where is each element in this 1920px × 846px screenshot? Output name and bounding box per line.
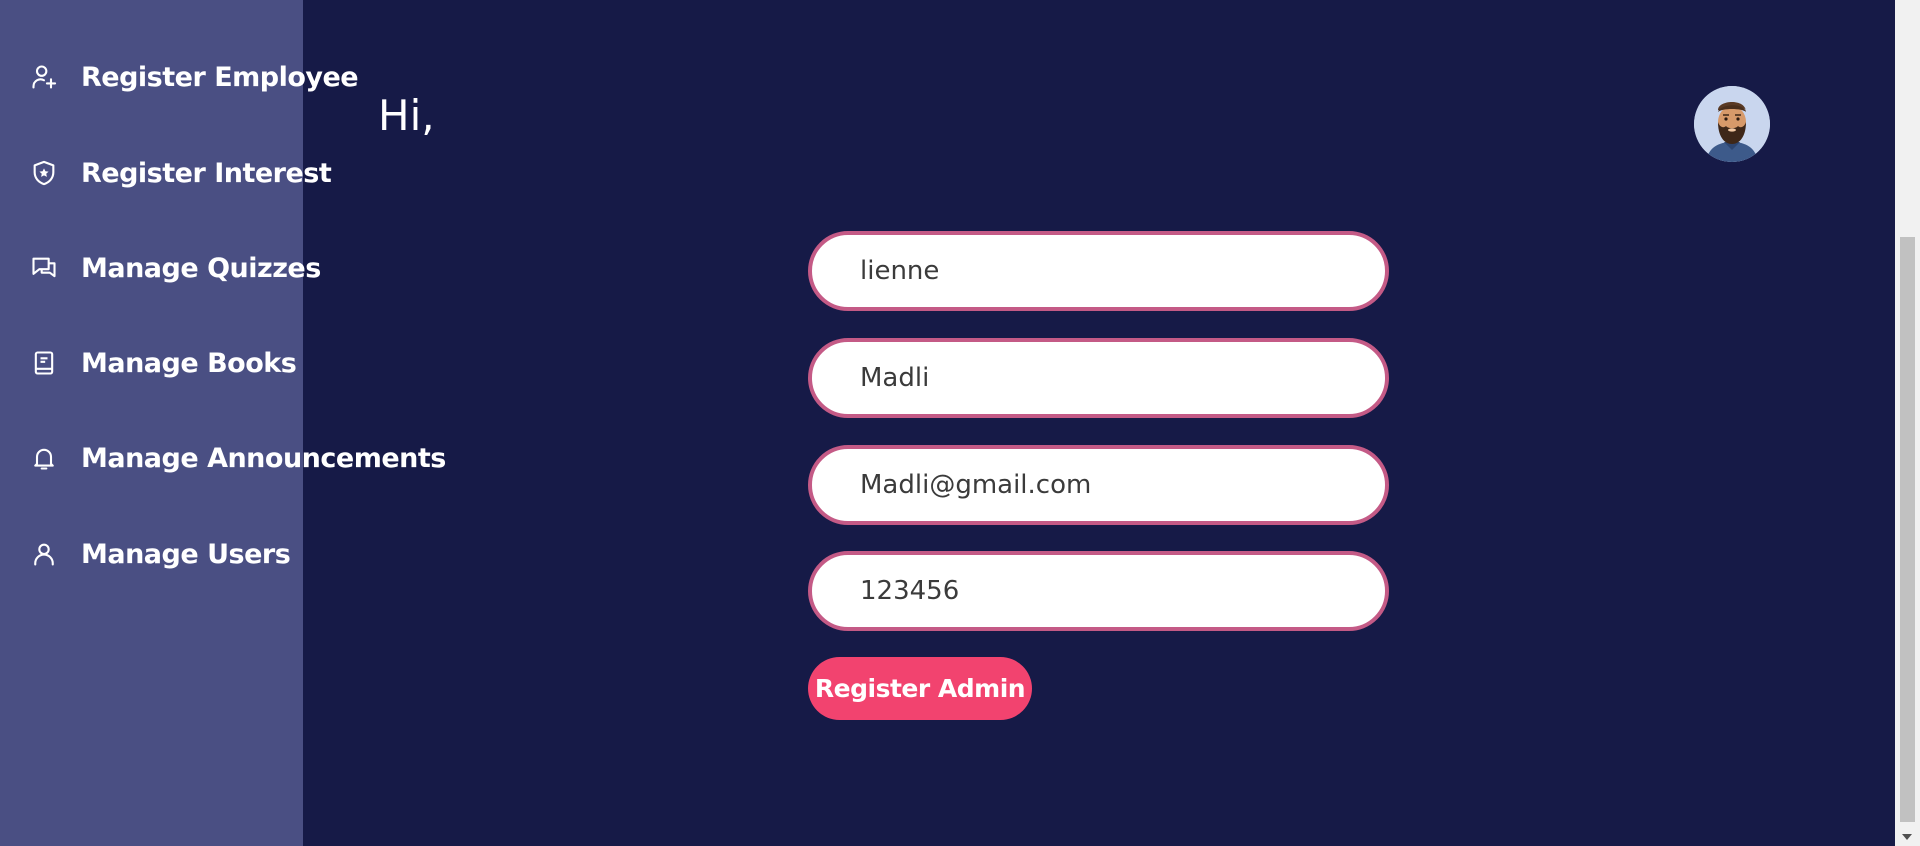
sidebar-item-label: Manage Announcements — [81, 442, 446, 474]
sidebar-item-manage-users[interactable]: Manage Users — [29, 534, 291, 574]
scroll-down-arrow-icon[interactable] — [1902, 834, 1912, 840]
sidebar: Register Employee Register Interest Mana… — [0, 0, 446, 846]
sidebar-item-register-employee[interactable]: Register Employee — [29, 57, 359, 97]
shield-star-icon — [29, 158, 59, 188]
email-input[interactable] — [812, 449, 1385, 521]
sidebar-item-manage-books[interactable]: Manage Books — [29, 343, 297, 383]
first-name-field[interactable] — [808, 231, 1389, 311]
sidebar-item-manage-announcements[interactable]: Manage Announcements — [29, 438, 446, 478]
main-content — [303, 0, 1895, 846]
register-admin-button[interactable]: Register Admin — [808, 657, 1032, 720]
sidebar-item-register-interest[interactable]: Register Interest — [29, 153, 332, 193]
password-input[interactable] — [812, 555, 1385, 627]
chat-bubbles-icon — [29, 253, 59, 283]
sidebar-item-label: Register Employee — [81, 61, 359, 93]
sidebar-item-label: Manage Quizzes — [81, 252, 321, 284]
user-icon — [29, 539, 59, 569]
book-icon — [29, 348, 59, 378]
vertical-scrollbar[interactable] — [1895, 0, 1920, 846]
avatar[interactable] — [1694, 86, 1770, 162]
last-name-input[interactable] — [812, 342, 1385, 414]
last-name-field[interactable] — [808, 338, 1389, 418]
password-field[interactable] — [808, 551, 1389, 631]
sidebar-item-label: Manage Books — [81, 347, 297, 379]
scrollbar-thumb[interactable] — [1900, 237, 1915, 822]
bearded-man-avatar-icon — [1694, 86, 1770, 162]
sidebar-item-label: Register Interest — [81, 157, 332, 189]
user-plus-icon — [29, 62, 59, 92]
sidebar-item-manage-quizzes[interactable]: Manage Quizzes — [29, 248, 321, 288]
email-field[interactable] — [808, 445, 1389, 525]
first-name-input[interactable] — [812, 235, 1385, 307]
greeting-text: Hi, — [378, 91, 435, 140]
bell-icon — [29, 443, 59, 473]
sidebar-item-label: Manage Users — [81, 538, 291, 570]
